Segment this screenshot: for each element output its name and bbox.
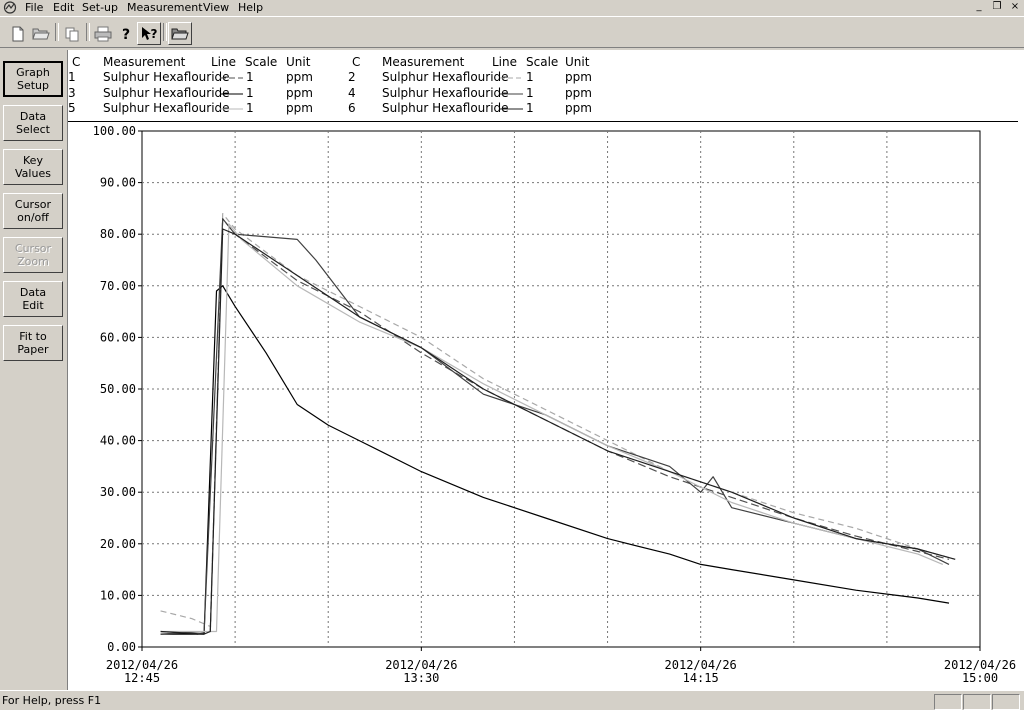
menu-file[interactable]: File [25,0,43,16]
svg-text:?: ? [122,27,130,42]
x-tick-label-date: 2012/04/26 [944,658,1016,672]
x-tick-label-time: 14:15 [683,671,719,685]
menu-bar: File Edit Set-up Measurement View Help _… [0,0,1024,16]
minimize-button[interactable]: _ [972,1,986,14]
y-tick-label: 40.00 [100,434,136,448]
new-file-icon[interactable] [6,22,30,45]
menu-view[interactable]: View [203,0,229,16]
menu-help[interactable]: Help [238,0,263,16]
data-select-button[interactable]: Data Select [3,105,63,141]
open-file-icon[interactable] [29,22,53,45]
menu-edit[interactable]: Edit [53,0,74,16]
series-line-4 [160,218,950,635]
cursor-zoom-button[interactable]: Cursor Zoom [3,237,63,273]
copy-icon[interactable] [60,22,84,45]
close-button[interactable]: × [1008,1,1022,14]
print-icon[interactable] [91,22,115,45]
y-tick-label: 0.00 [107,640,136,654]
y-tick-label: 60.00 [100,330,136,344]
cursor-toggle-button[interactable]: Cursor on/off [3,193,63,229]
x-tick-label-date: 2012/04/26 [106,658,178,672]
y-tick-label: 100.00 [93,124,136,138]
svg-text:?: ? [151,27,158,41]
y-tick-label: 90.00 [100,176,136,190]
status-pane [934,694,962,710]
restore-button[interactable]: ❐ [990,1,1004,14]
fit-to-paper-button[interactable]: Fit to Paper [3,325,63,361]
x-tick-label-time: 15:00 [962,671,998,685]
menu-setup[interactable]: Set-up [82,0,118,16]
status-help-text: For Help, press F1 [2,694,102,707]
key-values-button[interactable]: Key Values [3,149,63,185]
status-bar: For Help, press F1 [0,690,1024,710]
menu-measurement[interactable]: Measurement [127,0,203,16]
y-tick-label: 70.00 [100,279,136,293]
toolbar: ? ? [0,16,1024,48]
context-help-icon[interactable]: ? [137,22,161,45]
graph-panel: C Measurement Line Scale Unit C Measurem… [67,50,1024,690]
app-icon [3,1,17,14]
series-line-1 [160,218,950,635]
y-tick-label: 10.00 [100,588,136,602]
series-line-6 [160,228,956,635]
open-folder-icon[interactable] [168,22,192,45]
status-pane [992,694,1020,710]
series-line-3 [160,285,950,635]
status-pane [963,694,991,710]
graph-setup-button[interactable]: Graph Setup [3,61,63,97]
series-line-2 [160,213,956,628]
y-tick-label: 20.00 [100,537,136,551]
x-tick-label-time: 12:45 [124,671,160,685]
line-chart: 0.00 10.00 20.00 30.00 40.00 50.00 60.00 70.00 8… [93,124,1016,685]
x-tick-label-time: 13:30 [403,671,439,685]
x-tick-label-date: 2012/04/26 [665,658,737,672]
x-tick-label-date: 2012/04/26 [385,658,457,672]
data-edit-button[interactable]: Data Edit [3,281,63,317]
y-tick-label: 50.00 [100,382,136,396]
side-button-panel: Graph Setup Data Select Key Values Curso… [0,57,67,689]
help-icon[interactable]: ? [114,22,138,45]
y-tick-label: 80.00 [100,227,136,241]
y-tick-label: 30.00 [100,485,136,499]
series-line-5 [160,223,944,633]
